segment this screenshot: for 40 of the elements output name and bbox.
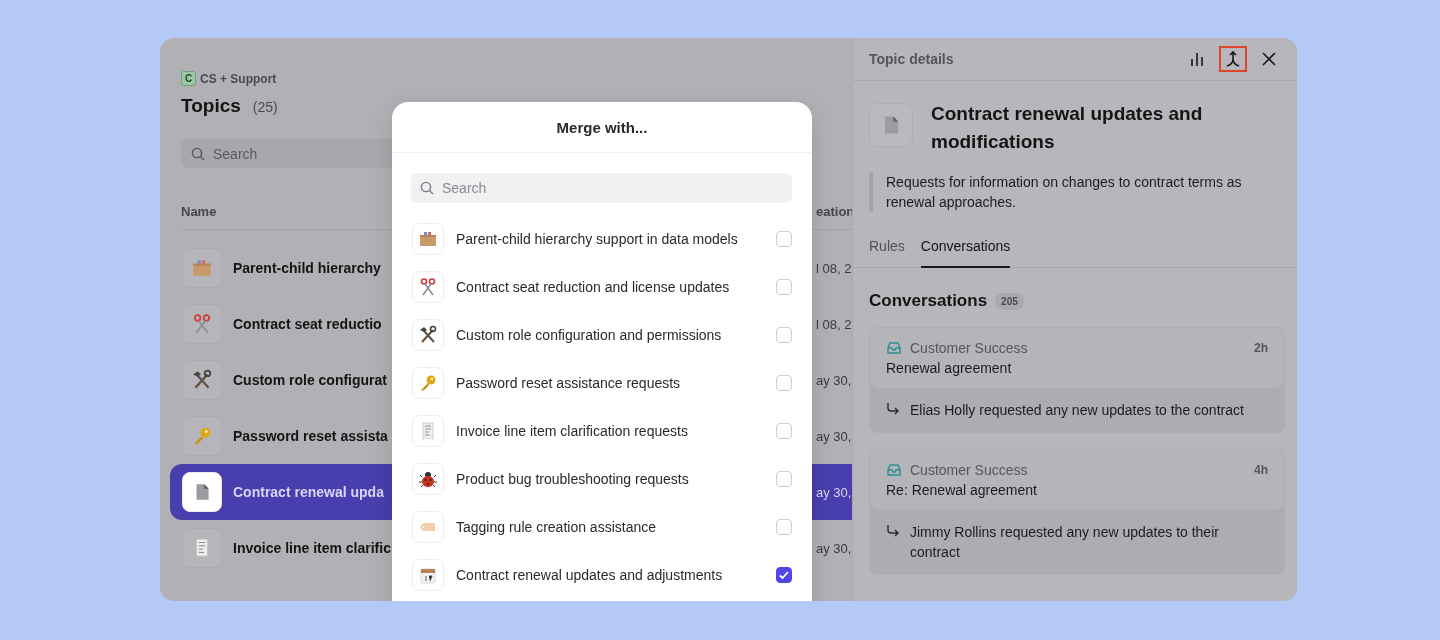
creation-date: ay 30, <box>816 372 852 388</box>
topic-name: Contract renewal upda <box>233 484 384 500</box>
topic-name: Parent-child hierarchy <box>233 260 381 276</box>
column-header: eation <box>816 204 855 219</box>
topic-description: Requests for information on changes to contract terms as renewal approaches. <box>869 172 1281 212</box>
topic-option: Password reset assistance requests <box>456 375 764 391</box>
topic-name: Custom role configurat <box>233 372 387 388</box>
topic-option: Contract seat reduction and license updates <box>456 279 764 295</box>
conversation-time: 4h <box>1254 463 1268 477</box>
topic-option: Custom role configuration and permissions <box>456 327 764 343</box>
conversation-reply: Jimmy Rollins requested any new updates to their contract <box>910 523 1220 562</box>
topic-name: Contract seat reductio <box>233 316 382 332</box>
workspace-name: CS + Support <box>200 71 277 86</box>
topic-option: Parent-child hierarchy support in data models <box>456 231 764 247</box>
topic-option: Product bug troubleshooting requests <box>456 471 764 487</box>
conversation-source: Customer Success <box>910 462 1029 478</box>
topic-name: Invoice line item clarific <box>233 540 391 556</box>
dialog-title: Merge with... <box>556 118 648 136</box>
workspace-badge: C <box>181 71 196 86</box>
topic-option: Tagging rule creation assistance <box>456 519 764 535</box>
topic-title: Contract renewal updates and modifications <box>931 102 1204 154</box>
panel-title: Topic details <box>869 51 954 67</box>
topic-name: Password reset assista <box>233 428 388 444</box>
page-title: Topics <box>181 95 241 117</box>
conversation-subject: Re: Renewal agreement <box>886 482 1038 498</box>
section-title: Conversations <box>869 291 988 311</box>
count-badge: 205 <box>995 292 1024 310</box>
conversation-time: 2h <box>1254 341 1268 355</box>
creation-date: ay 30, <box>816 540 852 556</box>
conversation-source: Customer Success <box>910 340 1029 356</box>
topic-option: Invoice line item clarification requests <box>456 423 764 439</box>
creation-date: ay 30, <box>816 484 852 500</box>
creation-date: l 08, 2 <box>816 260 852 276</box>
topic-option: Contract renewal updates and adjustments <box>456 567 764 583</box>
conversation-subject: Renewal agreement <box>886 360 1013 376</box>
column-header: Name <box>181 204 218 219</box>
creation-date: l 08, 2 <box>816 316 852 332</box>
topic-count: (25) <box>252 99 278 115</box>
creation-date: ay 30, <box>816 428 852 444</box>
conversation-reply: Elias Holly requested any new updates to the contract <box>910 401 1244 420</box>
